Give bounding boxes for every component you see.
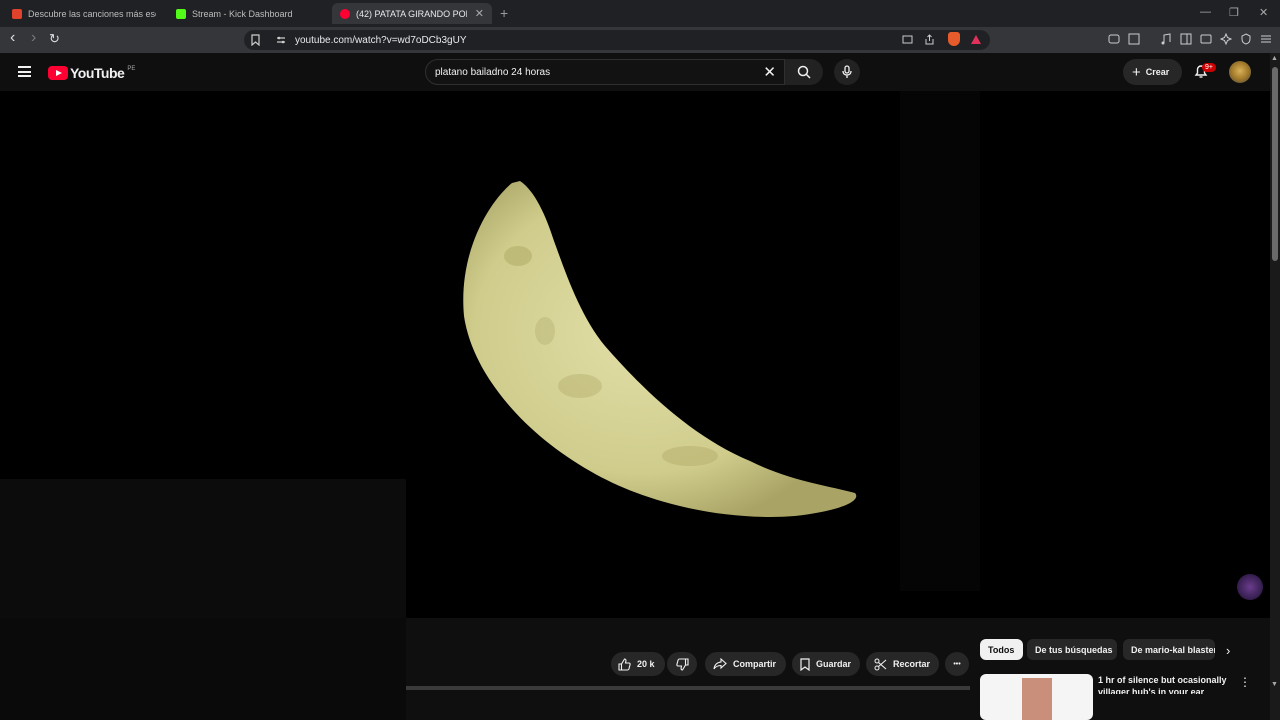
browser-tab-1[interactable]: Descubre las canciones más escucha	[4, 3, 164, 24]
create-label: Crear	[1145, 67, 1170, 77]
extension-icon[interactable]	[1108, 33, 1120, 45]
tab-title: (42) PATATA GIRANDO POR 10 H	[356, 8, 467, 19]
bookmark-icon[interactable]	[251, 34, 260, 46]
dancing-banana-image	[463, 181, 857, 517]
brave-rewards-icon[interactable]	[970, 34, 982, 45]
chip-todos[interactable]: Todos	[980, 639, 1023, 660]
channel-watermark[interactable]	[1237, 574, 1263, 600]
logo-text: YouTube	[70, 65, 125, 81]
brave-shield-icon[interactable]	[948, 32, 960, 46]
vpn-shield-icon[interactable]	[1240, 33, 1252, 45]
clip-button[interactable]: Recortar	[866, 652, 939, 676]
youtube-header: YouTube PE platano bailadno 24 horas ✕ +…	[0, 53, 1280, 91]
music-icon[interactable]	[1160, 33, 1172, 45]
translate-icon[interactable]	[1128, 33, 1140, 45]
close-window-button[interactable]: ✕	[1259, 6, 1268, 19]
tab-title: Stream - Kick Dashboard	[192, 8, 293, 19]
account-avatar[interactable]	[1229, 61, 1251, 83]
new-tab-button[interactable]: +	[500, 5, 508, 21]
page-scrollbar[interactable]: ▲ ▼	[1270, 53, 1280, 720]
share-label: Compartir	[733, 659, 777, 669]
forward-button[interactable]: ›	[31, 29, 36, 47]
share-arrow-icon	[713, 658, 727, 670]
chip-from-channel[interactable]: De mario-kal blaster	[1123, 639, 1215, 660]
recommendation-thumbnail[interactable]	[980, 674, 1093, 720]
bookmark-save-icon	[800, 657, 810, 671]
spotify-like-favicon-icon	[12, 8, 22, 19]
reload-button[interactable]: ↻	[49, 31, 60, 47]
browser-toolbar: ‹ › ↻ youtube.com/watch?v=wd7oDCb3gUY	[0, 27, 1280, 53]
save-label: Guardar	[816, 659, 852, 669]
voice-search-button[interactable]	[834, 59, 860, 85]
back-button[interactable]: ‹	[10, 29, 15, 47]
scissors-icon	[874, 658, 887, 670]
sidebar-icon[interactable]	[1180, 33, 1192, 45]
recommendation-title[interactable]: 1 hr of silence but ocasionally villager…	[1098, 674, 1228, 694]
country-code: PE	[127, 65, 136, 72]
video-frame-shadow	[0, 479, 406, 618]
video-frame-shadow	[900, 91, 980, 591]
url-text[interactable]: youtube.com/watch?v=wd7oDCb3gUY	[295, 35, 466, 46]
browser-tab-2[interactable]: Stream - Kick Dashboard	[168, 3, 328, 24]
site-settings-icon[interactable]	[276, 35, 286, 45]
clear-search-icon[interactable]: ✕	[763, 63, 776, 81]
microphone-icon	[842, 65, 852, 78]
minimize-button[interactable]: —	[1200, 6, 1211, 18]
search-button[interactable]	[785, 59, 823, 85]
share-icon[interactable]	[924, 34, 935, 45]
hamburger-menu-icon[interactable]	[18, 66, 31, 77]
scroll-down-icon[interactable]: ▼	[1271, 681, 1278, 688]
menu-icon[interactable]	[1260, 33, 1272, 45]
chips-next-icon[interactable]: ›	[1226, 643, 1230, 658]
tab-title: Descubre las canciones más escucha	[28, 8, 156, 19]
clip-label: Recortar	[893, 659, 931, 669]
chip-from-searches[interactable]: De tus búsquedas	[1027, 639, 1117, 660]
like-button[interactable]: 20 k	[611, 652, 665, 676]
thumbs-up-icon	[618, 657, 631, 671]
plus-icon: +	[1132, 63, 1141, 81]
search-input[interactable]: platano bailadno 24 horas	[435, 67, 550, 78]
close-tab-icon[interactable]: ✕	[475, 7, 484, 20]
youtube-favicon-icon	[340, 8, 350, 19]
recommendation-more-icon[interactable]: ⋮	[1239, 675, 1251, 689]
browser-tab-strip: Descubre las canciones más escucha Strea…	[0, 0, 1280, 27]
search-icon	[797, 65, 811, 79]
notification-badge: 9+	[1202, 63, 1216, 72]
video-player[interactable]	[0, 91, 1270, 618]
scrollbar-thumb[interactable]	[1272, 67, 1278, 261]
like-count: 20 k	[637, 659, 655, 669]
description-area-divider	[406, 686, 970, 690]
cast-icon[interactable]	[902, 35, 913, 45]
dislike-button[interactable]	[667, 652, 697, 676]
kick-favicon-icon	[176, 8, 186, 19]
youtube-logo[interactable]: YouTube PE	[48, 65, 135, 81]
leo-ai-icon[interactable]	[1220, 33, 1232, 45]
scroll-up-icon[interactable]: ▲	[1271, 55, 1278, 62]
share-button[interactable]: Compartir	[705, 652, 786, 676]
thumbs-down-icon	[675, 657, 689, 671]
address-bar[interactable]: youtube.com/watch?v=wd7oDCb3gUY	[244, 30, 990, 50]
more-actions-button[interactable]: •••	[945, 652, 969, 676]
search-box[interactable]: platano bailadno 24 horas ✕	[425, 59, 785, 85]
create-button[interactable]: + Crear	[1123, 59, 1182, 85]
below-player-area	[0, 618, 406, 720]
wallet-icon[interactable]	[1200, 33, 1212, 45]
save-button[interactable]: Guardar	[792, 652, 860, 676]
youtube-play-icon	[48, 66, 68, 80]
browser-tab-active[interactable]: (42) PATATA GIRANDO POR 10 H ✕	[332, 3, 492, 24]
restore-button[interactable]: ❐	[1229, 6, 1239, 19]
